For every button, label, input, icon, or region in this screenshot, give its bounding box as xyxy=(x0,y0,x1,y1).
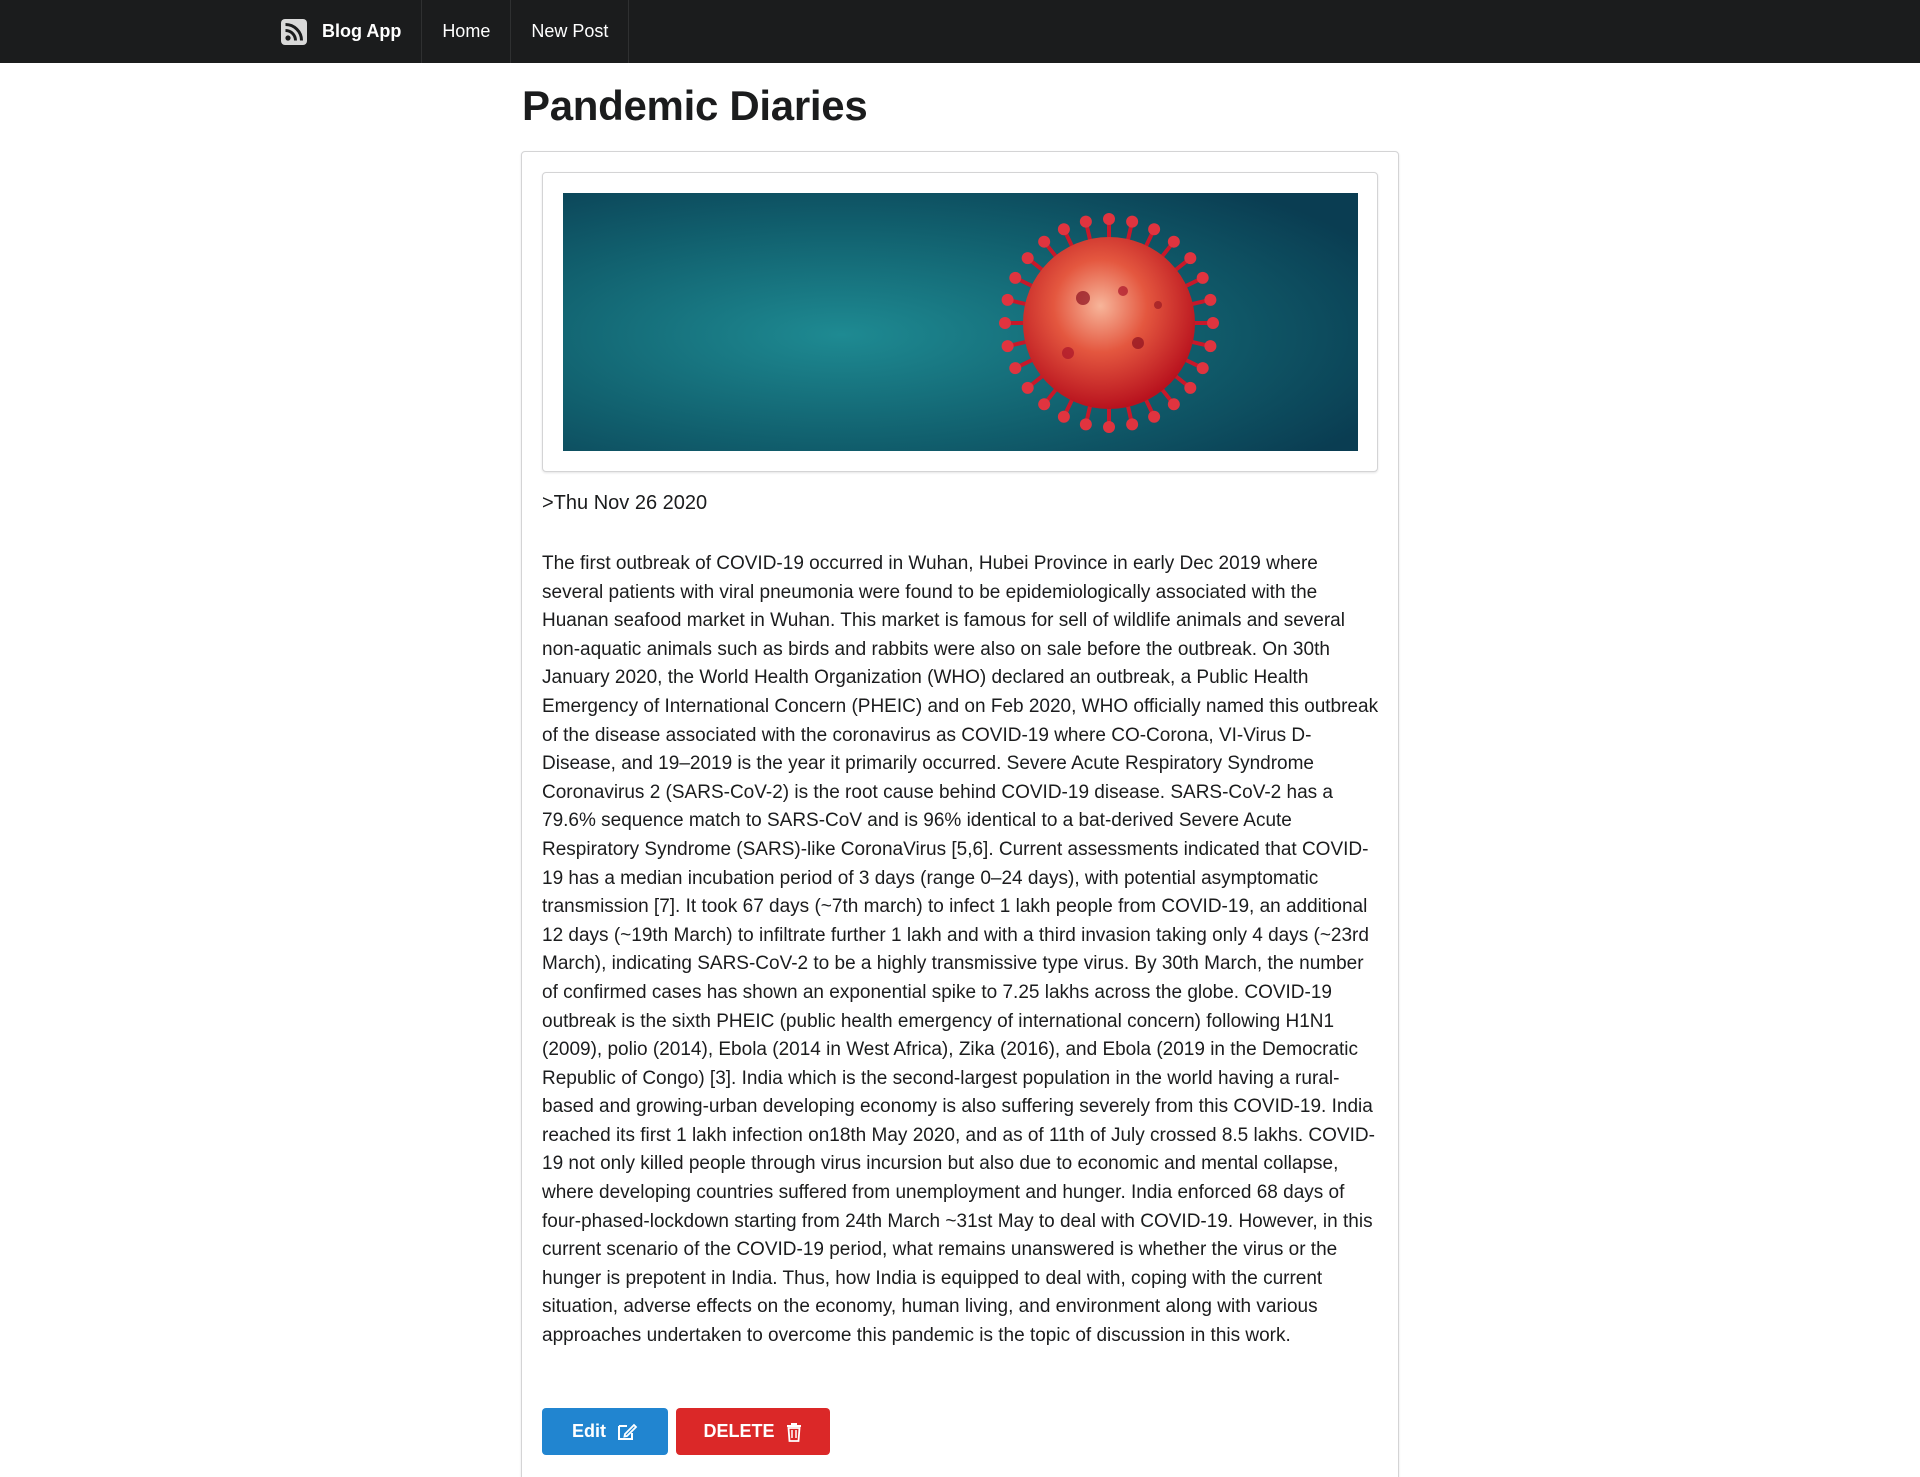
nav-item-home-label: Home xyxy=(442,21,491,41)
edit-icon xyxy=(616,1422,638,1442)
trash-icon xyxy=(785,1422,803,1442)
post-segment: >Thu Nov 26 2020 The first outbreak of C… xyxy=(521,151,1399,1477)
top-navbar: Blog App Home New Post xyxy=(0,0,1920,63)
edit-button-label: Edit xyxy=(572,1421,606,1441)
brand-link[interactable]: Blog App xyxy=(262,0,423,63)
post-image-frame xyxy=(542,172,1378,472)
post-body: The first outbreak of COVID-19 occurred … xyxy=(542,553,1379,1347)
rss-icon xyxy=(280,18,308,46)
nav-menu: Blog App Home New Post xyxy=(262,0,630,63)
post-image xyxy=(563,193,1358,451)
brand-label: Blog App xyxy=(322,21,402,41)
post-date: >Thu Nov 26 2020 xyxy=(542,492,708,514)
nav-item-new-post[interactable]: New Post xyxy=(511,0,630,63)
delete-button-label: DELETE xyxy=(703,1421,775,1441)
page-title: Pandemic Diaries xyxy=(522,82,868,129)
nav-item-new-post-label: New Post xyxy=(531,21,609,41)
delete-button[interactable]: DELETE xyxy=(676,1408,830,1455)
nav-item-home[interactable]: Home xyxy=(422,0,512,63)
edit-button[interactable]: Edit xyxy=(542,1408,668,1455)
